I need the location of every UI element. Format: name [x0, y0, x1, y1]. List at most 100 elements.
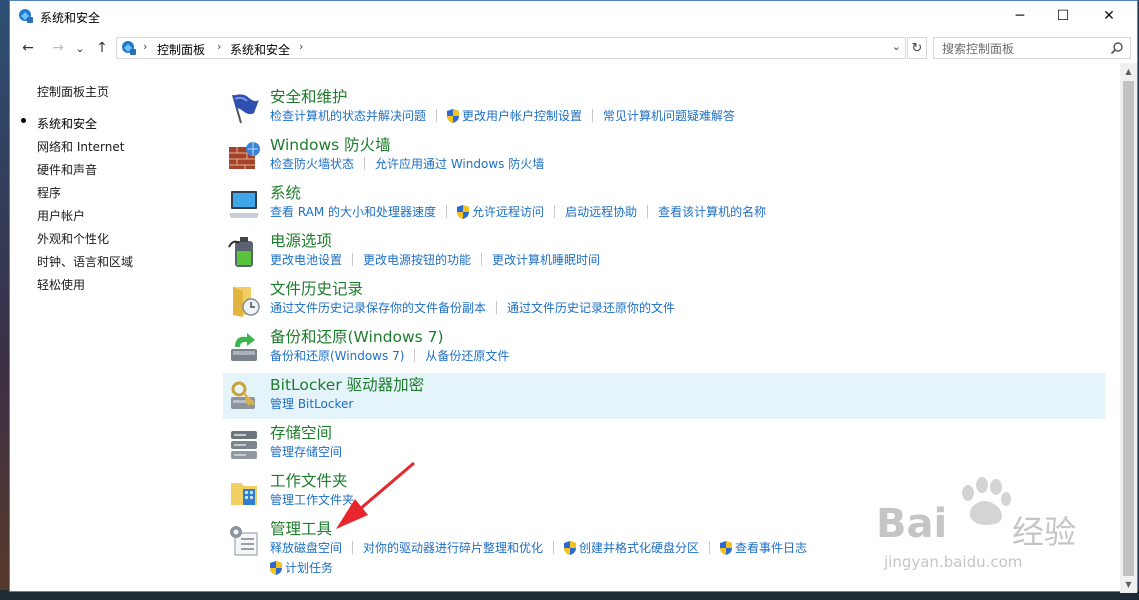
uac-shield-icon	[447, 108, 460, 123]
task-link[interactable]: 创建并格式化硬盘分区	[579, 539, 699, 556]
category-title[interactable]: 管理工具	[270, 517, 332, 539]
uac-shield-icon	[720, 540, 733, 555]
task-link[interactable]: 检查计算机的状态并解决问题	[270, 107, 426, 124]
uac-shield-icon	[457, 204, 470, 219]
control-panel-window: 系统和安全 ─ ☐ ✕ ← → ⌄ ↑ › 控制面板 › 系统和安全 › ⌄ ↻	[9, 0, 1138, 593]
category-title[interactable]: 安全和维护	[270, 85, 348, 107]
task-link[interactable]: 允许远程访问	[472, 203, 544, 220]
scrollbar-thumb[interactable]	[1123, 81, 1134, 576]
category-title[interactable]: 工作文件夹	[270, 469, 348, 491]
category-power: 电源选项 更改电池设置 更改电源按钮的功能 更改计算机睡眠时间	[223, 229, 1105, 275]
task-link[interactable]: 管理 BitLocker	[270, 395, 353, 412]
category-file-history: 文件历史记录 通过文件历史记录保存你的文件备份副本 通过文件历史记录还原你的文件	[223, 277, 1105, 323]
power-icon	[228, 237, 253, 267]
sidebar-item-programs[interactable]: 程序	[37, 184, 61, 201]
task-link[interactable]: 管理存储空间	[270, 443, 342, 460]
category-links: 管理存储空间	[270, 443, 342, 460]
forward-button[interactable]: →	[48, 38, 68, 58]
category-title[interactable]: 备份和还原(Windows 7)	[270, 325, 444, 347]
category-links: 释放磁盘空间 对你的驱动器进行碎片整理和优化 创建并格式化硬盘分区 查看事件日志	[270, 539, 807, 556]
up-button[interactable]: ↑	[92, 38, 112, 58]
flag-icon	[232, 94, 259, 124]
category-title[interactable]: 存储空间	[270, 421, 332, 443]
sidebar-item-ease-of-access[interactable]: 轻松使用	[37, 276, 85, 293]
category-links: 检查防火墙状态 允许应用通过 Windows 防火墙	[270, 155, 544, 172]
storage-icon	[231, 431, 257, 459]
bitlocker-icon	[231, 381, 255, 409]
category-storage-spaces: 存储空间 管理存储空间	[223, 421, 1105, 467]
sidebar-item-user-accounts[interactable]: 用户帐户	[37, 207, 85, 224]
task-link[interactable]: 通过文件历史记录还原你的文件	[507, 299, 675, 316]
window-title: 系统和安全	[40, 11, 101, 25]
task-link[interactable]: 查看事件日志	[735, 539, 807, 556]
category-title[interactable]: BitLocker 驱动器加密	[270, 373, 424, 395]
category-links: 管理工作文件夹	[270, 491, 354, 508]
sidebar-item-appearance[interactable]: 外观和个性化	[37, 230, 109, 247]
backup-icon	[231, 333, 257, 361]
category-links-row-2: 计划任务	[270, 559, 333, 576]
breadcrumb-separator[interactable]: ›	[299, 40, 303, 53]
forward-arrow-icon: →	[52, 40, 64, 56]
task-link[interactable]: 查看该计算机的名称	[658, 203, 766, 220]
link-divider	[436, 109, 438, 122]
category-bitlocker: BitLocker 驱动器加密 管理 BitLocker	[223, 373, 1105, 419]
breadcrumb-separator[interactable]: ›	[217, 40, 221, 53]
watermark-brand: Bai	[876, 501, 948, 547]
category-title[interactable]: 系统	[270, 181, 301, 203]
category-backup-restore: 备份和还原(Windows 7) 备份和还原(Windows 7) 从备份还原文…	[223, 325, 1105, 371]
link-divider	[554, 205, 556, 218]
task-link[interactable]: 对你的驱动器进行碎片整理和优化	[363, 539, 543, 556]
link-divider	[364, 157, 366, 170]
task-link[interactable]: 更改计算机睡眠时间	[492, 251, 600, 268]
firewall-icon	[229, 142, 260, 169]
task-link[interactable]: 更改电池设置	[270, 251, 342, 268]
minimize-button[interactable]: ─	[997, 1, 1043, 31]
computer-icon	[229, 191, 259, 218]
task-link[interactable]: 更改电源按钮的功能	[363, 251, 471, 268]
address-dropdown-icon[interactable]: ⌄	[892, 40, 901, 53]
task-link[interactable]: 管理工作文件夹	[270, 491, 354, 508]
watermark-url: jingyan.baidu.com	[884, 553, 1023, 571]
category-title[interactable]: Windows 防火墙	[270, 133, 391, 155]
breadcrumb-control-panel[interactable]: 控制面板	[157, 41, 205, 58]
category-title[interactable]: 电源选项	[270, 229, 332, 251]
sidebar-item-clock-region[interactable]: 时钟、语言和区域	[37, 253, 133, 270]
scroll-up-icon[interactable]: ▲	[1120, 63, 1137, 80]
up-arrow-icon: ↑	[96, 40, 108, 56]
maximize-button[interactable]: ☐	[1040, 1, 1086, 31]
back-button[interactable]: ←	[18, 38, 38, 58]
watermark-brand-cn: 经验	[1012, 513, 1077, 551]
task-link[interactable]: 启动远程协助	[565, 203, 637, 220]
task-link[interactable]: 通过文件历史记录保存你的文件备份副本	[270, 299, 486, 316]
vertical-scrollbar[interactable]: ▲ ▼	[1120, 63, 1137, 593]
scroll-down-icon[interactable]: ▼	[1120, 576, 1137, 593]
close-button[interactable]: ✕	[1086, 1, 1132, 31]
task-link[interactable]: 更改用户帐户控制设置	[462, 107, 582, 124]
link-divider	[592, 109, 594, 122]
task-link[interactable]: 允许应用通过 Windows 防火墙	[375, 155, 544, 172]
breadcrumb-system-security[interactable]: 系统和安全	[230, 41, 290, 58]
sidebar-item-home[interactable]: 控制面板主页	[37, 83, 109, 100]
task-link[interactable]: 查看 RAM 的大小和处理器速度	[270, 203, 436, 220]
link-divider	[446, 205, 448, 218]
sidebar-item-hardware[interactable]: 硬件和声音	[37, 161, 97, 178]
category-links: 管理 BitLocker	[270, 395, 353, 412]
breadcrumb-separator[interactable]: ›	[143, 40, 147, 53]
task-link[interactable]: 从备份还原文件	[425, 347, 509, 364]
task-link[interactable]: 检查防火墙状态	[270, 155, 354, 172]
link-divider	[496, 301, 498, 314]
sidebar-item-network[interactable]: 网络和 Internet	[37, 138, 124, 155]
task-link[interactable]: 计划任务	[285, 559, 333, 576]
sidebar-item-system-security[interactable]: 系统和安全	[37, 115, 97, 132]
refresh-button[interactable]: ↻	[907, 37, 927, 59]
task-link[interactable]: 释放磁盘空间	[270, 539, 342, 556]
recent-locations-button[interactable]: ⌄	[70, 38, 90, 58]
task-link[interactable]: 备份和还原(Windows 7)	[270, 347, 404, 364]
category-title[interactable]: 文件历史记录	[270, 277, 363, 299]
uac-shield-icon	[564, 540, 577, 555]
address-bar[interactable]: › 控制面板 › 系统和安全 › ⌄	[116, 37, 906, 59]
search-input[interactable]	[940, 39, 1109, 59]
search-icon[interactable]	[1110, 41, 1124, 55]
search-box[interactable]	[933, 37, 1131, 59]
task-link[interactable]: 常见计算机问题疑难解答	[603, 107, 735, 124]
